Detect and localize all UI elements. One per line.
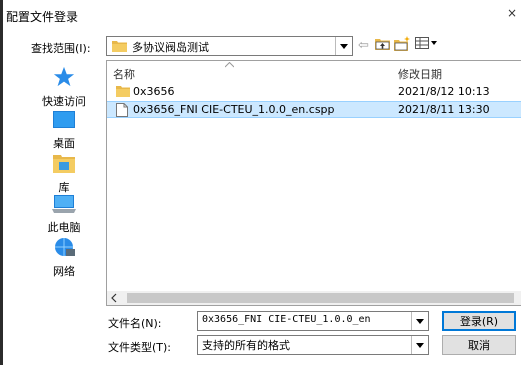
place-this-pc[interactable]: 此电脑 xyxy=(28,194,100,235)
file-date: 2021/8/12 10:13 xyxy=(398,85,490,98)
look-in-value: 多协议阀岛测试 xyxy=(132,41,209,54)
new-folder-icon xyxy=(394,35,411,55)
file-name: 0x3656 xyxy=(133,85,175,98)
dialog-title: 配置文件登录 xyxy=(6,10,79,24)
file-list[interactable]: 名称 修改日期 0x3656 2021/8/12 10:13 0x3656_FN… xyxy=(106,60,521,306)
place-label: 桌面 xyxy=(53,137,75,150)
place-network[interactable]: 网络 xyxy=(28,236,100,279)
look-in-combo[interactable]: 多协议阀岛测试 xyxy=(106,36,353,56)
chevron-down-icon[interactable] xyxy=(411,336,428,354)
filetype-select[interactable]: 支持的所有的格式 xyxy=(197,335,429,355)
file-icon xyxy=(116,103,128,120)
place-library[interactable]: 库 xyxy=(28,152,100,195)
filetype-label: 文件类型(T): xyxy=(108,341,172,354)
scrollbar-thumb[interactable] xyxy=(127,293,514,303)
filename-label: 文件名(N): xyxy=(108,317,162,330)
view-menu-button[interactable] xyxy=(415,37,439,53)
filetype-value: 支持的所有的格式 xyxy=(202,339,290,352)
place-label: 网络 xyxy=(53,265,75,278)
list-item[interactable]: 0x3656 2021/8/12 10:13 xyxy=(107,83,521,100)
column-header-date[interactable]: 修改日期 xyxy=(398,66,442,82)
back-button[interactable]: ⇦ xyxy=(358,37,369,53)
places-bar: 快速访问 桌面 库 此电脑 网络 xyxy=(28,66,100,286)
chevron-down-icon[interactable] xyxy=(411,312,428,330)
star-icon xyxy=(28,66,100,91)
view-grid-icon xyxy=(415,37,439,53)
folder-icon xyxy=(116,85,130,100)
scroll-left-icon[interactable] xyxy=(111,291,117,308)
place-quick-access[interactable]: 快速访问 xyxy=(28,66,100,109)
close-button[interactable]: × xyxy=(507,6,517,20)
list-item-selected[interactable]: 0x3656_FNI CIE-CTEU_1.0.0_en.cspp 2021/8… xyxy=(107,101,521,118)
column-header-name[interactable]: 名称 xyxy=(113,66,135,82)
desktop-icon xyxy=(28,110,100,133)
new-folder-button[interactable] xyxy=(394,35,411,55)
back-arrow-icon: ⇦ xyxy=(358,37,369,53)
sort-caret-icon xyxy=(224,61,235,71)
login-button[interactable]: 登录(R) xyxy=(442,311,516,331)
place-desktop[interactable]: 桌面 xyxy=(28,110,100,151)
network-icon xyxy=(28,236,100,261)
window-left-edge xyxy=(0,0,3,365)
place-label: 快速访问 xyxy=(42,95,86,108)
filename-input[interactable]: 0x3656_FNI CIE-CTEU_1.0.0_en xyxy=(197,311,429,331)
library-icon xyxy=(28,152,100,177)
cancel-button[interactable]: 取消 xyxy=(442,335,516,355)
up-folder-button[interactable] xyxy=(375,37,390,53)
up-folder-icon xyxy=(375,36,390,54)
filename-value: 0x3656_FNI CIE-CTEU_1.0.0_en xyxy=(202,314,371,325)
file-date: 2021/8/11 13:30 xyxy=(398,103,490,116)
place-label: 此电脑 xyxy=(47,221,81,234)
chevron-down-icon[interactable] xyxy=(335,37,352,55)
computer-icon xyxy=(28,194,100,217)
folder-icon xyxy=(112,39,127,55)
place-label: 库 xyxy=(58,181,70,194)
look-in-label: 查找范围(I): xyxy=(31,42,91,55)
file-name: 0x3656_FNI CIE-CTEU_1.0.0_en.cspp xyxy=(133,103,335,116)
horizontal-scrollbar[interactable] xyxy=(107,291,521,305)
